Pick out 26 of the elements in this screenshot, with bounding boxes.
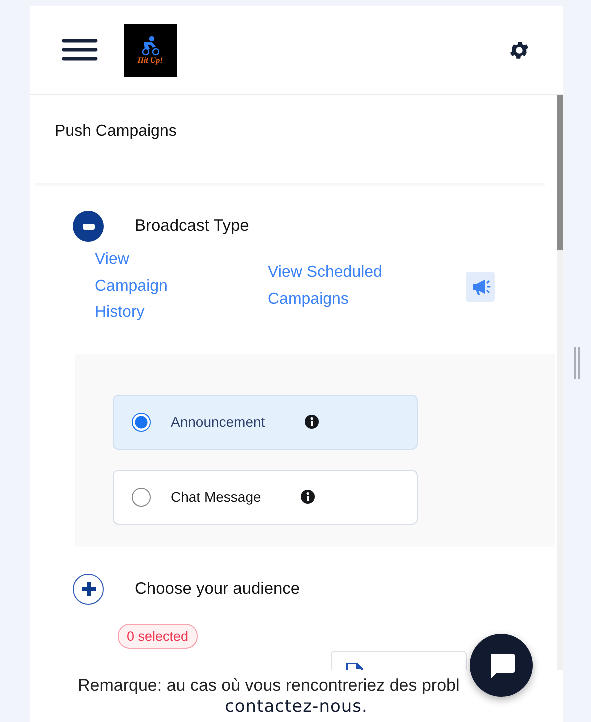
radio-option[interactable]: Chat Message <box>113 470 418 524</box>
option-label: Chat Message <box>171 489 262 505</box>
link[interactable]: View Campaign History <box>95 247 195 326</box>
expand-button[interactable] <box>73 574 104 604</box>
info-icon <box>301 490 316 504</box>
section-title: Choose your audience <box>135 580 300 598</box>
logo: Hit Up! <box>124 24 177 76</box>
section-title: Broadcast Type <box>135 217 250 236</box>
selection-count: 0 selected <box>118 624 198 648</box>
scrollbar[interactable] <box>557 95 563 670</box>
menu-icon[interactable] <box>62 39 98 61</box>
minus-icon <box>82 224 94 230</box>
resize-handle-icon[interactable] <box>573 347 581 379</box>
radio-button[interactable] <box>132 488 151 506</box>
plus-icon <box>82 582 96 596</box>
page-title: Push Campaigns <box>55 122 178 142</box>
notice-text: Remarque: au cas où vous rencontreriez des probl <box>78 676 461 696</box>
link[interactable]: View Scheduled Campaigns <box>268 260 466 314</box>
megaphone-button[interactable] <box>466 272 495 302</box>
scrollbar-thumb[interactable] <box>557 95 563 250</box>
contact-link[interactable]: contactez-nous. <box>225 696 368 718</box>
radio-option[interactable]: Announcement <box>113 394 418 450</box>
collapse-button[interactable] <box>73 211 104 242</box>
option-label: Announcement <box>171 414 266 430</box>
radio-button[interactable] <box>132 412 151 432</box>
info-icon <box>305 415 320 429</box>
